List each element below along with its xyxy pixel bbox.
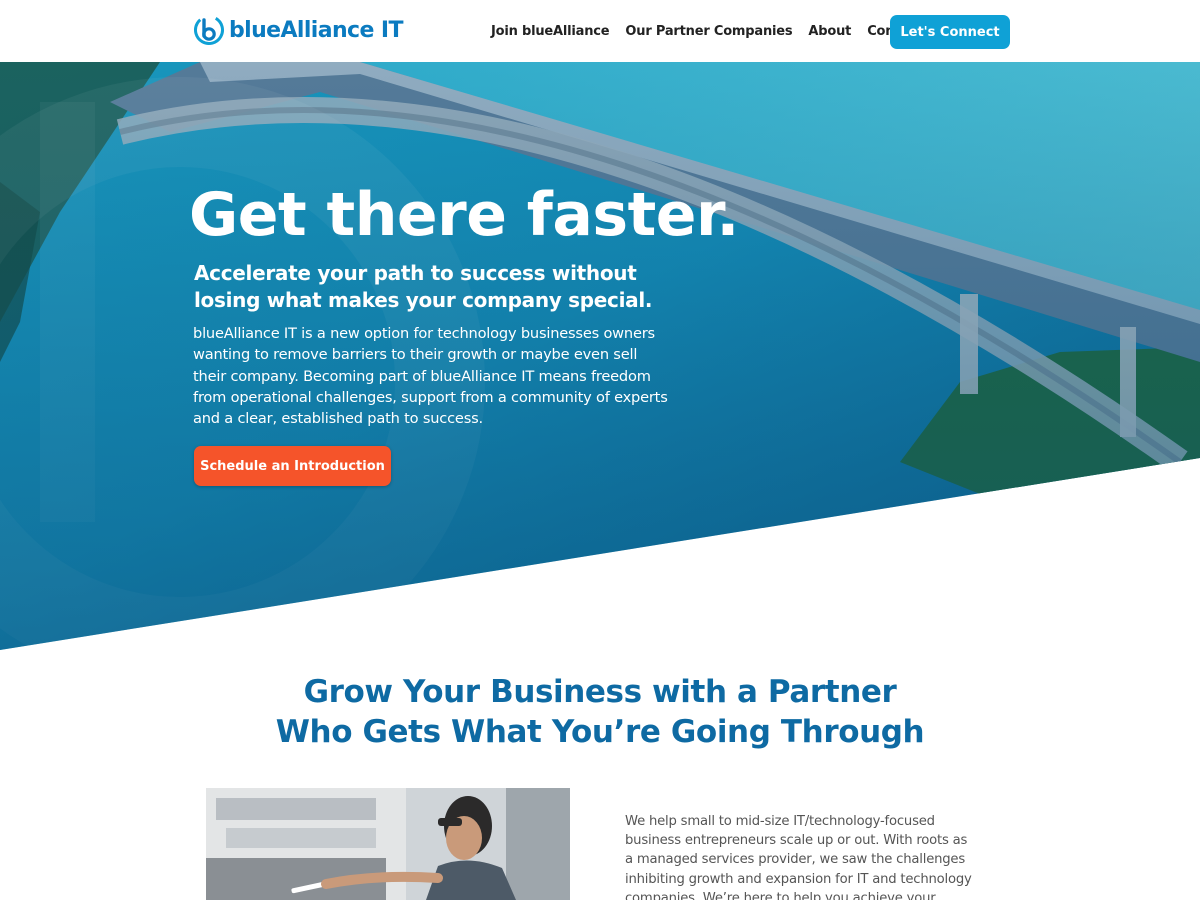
section-heading: Grow Your Business with a Partner Who Ge… — [0, 672, 1200, 752]
hero-title: Get there faster. — [189, 180, 739, 250]
hero-section: Get there faster. Accelerate your path t… — [0, 62, 1200, 650]
section-heading-line1: Grow Your Business with a Partner — [303, 674, 897, 710]
nav-our-partner-companies[interactable]: Our Partner Companies — [625, 24, 792, 39]
hero-content: Get there faster. Accelerate your path t… — [0, 62, 1200, 650]
section-heading-line2: Who Gets What You’re Going Through — [275, 714, 925, 750]
site-header: blueAlliance IT Join blueAlliance Our Pa… — [0, 0, 1200, 62]
photo-illustration — [206, 788, 570, 900]
lets-connect-button[interactable]: Let's Connect — [890, 15, 1010, 49]
hero-description: blueAlliance IT is a new option for tech… — [193, 325, 668, 428]
brand-name-main: blueAlliance — [229, 17, 374, 43]
hero-subtitle: Accelerate your path to success without … — [194, 261, 653, 312]
brand-name: blueAlliance IT — [229, 18, 403, 43]
brand-name-suffix: IT — [380, 17, 404, 43]
blue-alliance-logo-icon — [194, 15, 224, 45]
warehouse-worker-photo — [206, 788, 570, 900]
brand-logo[interactable]: blueAlliance IT — [193, 13, 403, 47]
nav-about[interactable]: About — [808, 24, 851, 39]
schedule-introduction-button[interactable]: Schedule an Introduction — [194, 446, 391, 486]
main-nav: Join blueAlliance Our Partner Companies … — [491, 24, 923, 39]
nav-join-bluealliance[interactable]: Join blueAlliance — [491, 24, 610, 39]
section-description: We help small to mid-size IT/technology-… — [625, 814, 972, 900]
